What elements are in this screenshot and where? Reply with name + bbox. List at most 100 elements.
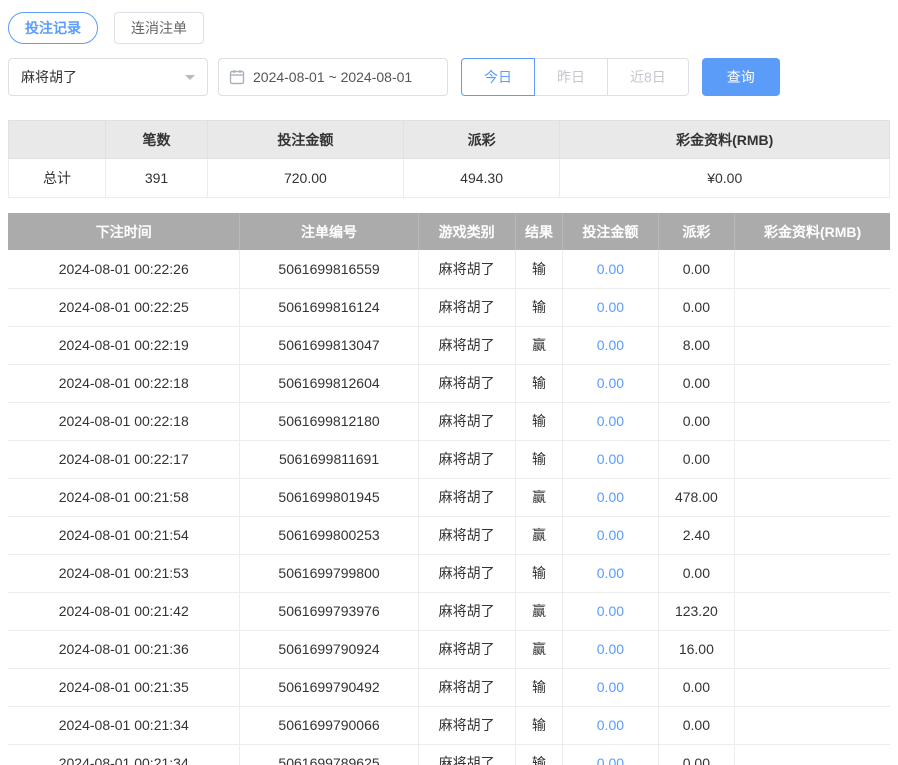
bet-amount-link[interactable]: 0.00 <box>597 679 624 695</box>
header-order-id: 注单编号 <box>240 213 418 250</box>
summary-table: 笔数 投注金额 派彩 彩金资料(RMB) 总计 391 720.00 494.3… <box>8 120 890 198</box>
date-range-input[interactable]: 2024-08-01 ~ 2024-08-01 <box>218 58 448 96</box>
table-row: 2024-08-01 00:21:53 5061699799800 麻将胡了 输… <box>8 554 890 592</box>
cell-order-id: 5061699801945 <box>240 478 418 516</box>
cell-payout: 16.00 <box>658 630 735 668</box>
cell-bet-time: 2024-08-01 00:22:17 <box>8 440 240 478</box>
summary-count-value: 391 <box>105 159 207 198</box>
cell-result: 赢 <box>515 516 563 554</box>
cell-bet-time: 2024-08-01 00:21:34 <box>8 706 240 744</box>
cell-game-type: 麻将胡了 <box>418 668 515 706</box>
today-button[interactable]: 今日 <box>461 58 535 96</box>
cell-payout: 0.00 <box>658 440 735 478</box>
cell-bet-amount: 0.00 <box>563 592 658 630</box>
header-payout: 派彩 <box>658 213 735 250</box>
bet-amount-link[interactable]: 0.00 <box>597 299 624 315</box>
cell-order-id: 5061699816124 <box>240 288 418 326</box>
cell-bet-amount: 0.00 <box>563 364 658 402</box>
bet-amount-link[interactable]: 0.00 <box>597 375 624 391</box>
cell-bet-amount: 0.00 <box>563 630 658 668</box>
cell-bet-time: 2024-08-01 00:22:25 <box>8 288 240 326</box>
cell-bet-time: 2024-08-01 00:21:42 <box>8 592 240 630</box>
cell-order-id: 5061699790924 <box>240 630 418 668</box>
summary-payout-value: 494.30 <box>403 159 560 198</box>
bet-amount-link[interactable]: 0.00 <box>597 755 624 765</box>
header-bet-time: 下注时间 <box>8 213 240 250</box>
table-row: 2024-08-01 00:21:34 5061699789625 麻将胡了 输… <box>8 744 890 765</box>
header-bet-amount: 投注金额 <box>563 213 658 250</box>
cell-order-id: 5061699789625 <box>240 744 418 765</box>
header-game-type: 游戏类别 <box>418 213 515 250</box>
cell-bonus <box>735 326 890 364</box>
cell-game-type: 麻将胡了 <box>418 326 515 364</box>
cell-order-id: 5061699813047 <box>240 326 418 364</box>
cell-result: 输 <box>515 288 563 326</box>
cell-payout: 0.00 <box>658 706 735 744</box>
summary-header-bet-amount: 投注金额 <box>208 121 404 159</box>
cell-payout: 0.00 <box>658 744 735 765</box>
cell-order-id: 5061699812604 <box>240 364 418 402</box>
header-bonus: 彩金资料(RMB) <box>735 213 890 250</box>
cell-result: 赢 <box>515 592 563 630</box>
cell-order-id: 5061699793976 <box>240 592 418 630</box>
cell-order-id: 5061699811691 <box>240 440 418 478</box>
cell-game-type: 麻将胡了 <box>418 516 515 554</box>
betting-records-page: 投注记录 连消注单 麻将胡了 2024-08-01 ~ 2024-08-01 今… <box>0 0 898 765</box>
cell-game-type: 麻将胡了 <box>418 250 515 288</box>
bet-records-table: 下注时间 注单编号 游戏类别 结果 投注金额 派彩 彩金资料(RMB) 2024… <box>8 213 890 765</box>
cell-bonus <box>735 478 890 516</box>
cell-bonus <box>735 744 890 765</box>
cell-order-id: 5061699800253 <box>240 516 418 554</box>
cell-order-id: 5061699816559 <box>240 250 418 288</box>
cell-bet-amount: 0.00 <box>563 402 658 440</box>
cell-bonus <box>735 630 890 668</box>
yesterday-button[interactable]: 昨日 <box>534 58 608 96</box>
summary-header-empty <box>9 121 106 159</box>
cell-payout: 0.00 <box>658 668 735 706</box>
bet-table-body: 2024-08-01 00:22:26 5061699816559 麻将胡了 输… <box>8 250 890 765</box>
cell-bet-amount: 0.00 <box>563 706 658 744</box>
game-select[interactable]: 麻将胡了 <box>8 58 208 96</box>
cell-bet-time: 2024-08-01 00:21:34 <box>8 744 240 765</box>
quick-date-buttons: 今日 昨日 近8日 <box>461 58 689 96</box>
cell-result: 赢 <box>515 478 563 516</box>
tab-bet-records[interactable]: 投注记录 <box>8 12 98 44</box>
bet-amount-link[interactable]: 0.00 <box>597 717 624 733</box>
search-button[interactable]: 查询 <box>702 58 780 96</box>
cell-bet-time: 2024-08-01 00:21:53 <box>8 554 240 592</box>
cell-bonus <box>735 706 890 744</box>
cell-bonus <box>735 440 890 478</box>
last-8-days-button[interactable]: 近8日 <box>607 58 689 96</box>
cell-bonus <box>735 402 890 440</box>
cell-game-type: 麻将胡了 <box>418 630 515 668</box>
cell-result: 输 <box>515 706 563 744</box>
cell-payout: 8.00 <box>658 326 735 364</box>
bet-amount-link[interactable]: 0.00 <box>597 451 624 467</box>
table-row: 2024-08-01 00:21:34 5061699790066 麻将胡了 输… <box>8 706 890 744</box>
cell-game-type: 麻将胡了 <box>418 288 515 326</box>
table-header-row: 下注时间 注单编号 游戏类别 结果 投注金额 派彩 彩金资料(RMB) <box>8 213 890 250</box>
bet-amount-link[interactable]: 0.00 <box>597 261 624 277</box>
table-row: 2024-08-01 00:21:35 5061699790492 麻将胡了 输… <box>8 668 890 706</box>
cell-bet-amount: 0.00 <box>563 288 658 326</box>
cell-game-type: 麻将胡了 <box>418 592 515 630</box>
cell-order-id: 5061699790492 <box>240 668 418 706</box>
bet-amount-link[interactable]: 0.00 <box>597 603 624 619</box>
cell-bet-time: 2024-08-01 00:21:35 <box>8 668 240 706</box>
filter-row: 麻将胡了 2024-08-01 ~ 2024-08-01 今日 昨日 近8日 查… <box>8 58 890 96</box>
bet-amount-link[interactable]: 0.00 <box>597 527 624 543</box>
cell-result: 输 <box>515 440 563 478</box>
cell-bet-time: 2024-08-01 00:21:54 <box>8 516 240 554</box>
bet-amount-link[interactable]: 0.00 <box>597 641 624 657</box>
bet-amount-link[interactable]: 0.00 <box>597 489 624 505</box>
summary-header-row: 笔数 投注金额 派彩 彩金资料(RMB) <box>9 121 890 159</box>
cell-result: 输 <box>515 250 563 288</box>
cell-bet-time: 2024-08-01 00:22:19 <box>8 326 240 364</box>
bet-amount-link[interactable]: 0.00 <box>597 413 624 429</box>
cell-order-id: 5061699790066 <box>240 706 418 744</box>
bet-amount-link[interactable]: 0.00 <box>597 565 624 581</box>
cell-bet-amount: 0.00 <box>563 440 658 478</box>
summary-total-label: 总计 <box>9 159 106 198</box>
tab-cancelled-orders[interactable]: 连消注单 <box>114 12 204 44</box>
bet-amount-link[interactable]: 0.00 <box>597 337 624 353</box>
